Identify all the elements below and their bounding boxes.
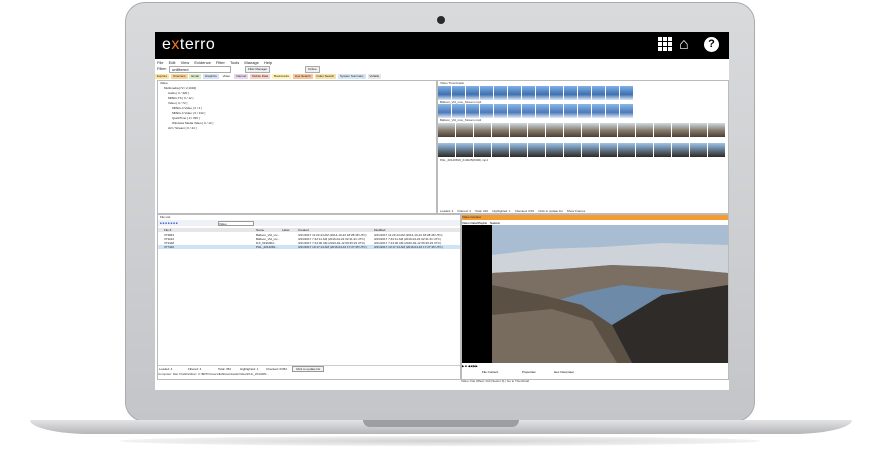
video-frame[interactable]	[462, 225, 728, 363]
menu-tools[interactable]: Tools	[230, 60, 239, 65]
menu-bar: File Edit View Evidence Filter Tools Man…	[155, 60, 729, 65]
apps-grid-icon[interactable]	[658, 37, 672, 51]
tab-mobile-data[interactable]: Mobile Data	[250, 74, 271, 79]
update-list-button[interactable]: Click to update list	[538, 209, 562, 213]
laptop-hinge-notch	[363, 420, 519, 427]
menu-evidence[interactable]: Evidence	[194, 60, 210, 65]
header-bar: exterro ⌂ ?	[155, 32, 729, 59]
menu-file[interactable]: File	[157, 60, 163, 65]
filter-manager-button[interactable]: Filter Manager	[245, 66, 271, 73]
laptop-shadow	[120, 436, 760, 446]
tab-email[interactable]: Email	[189, 74, 201, 79]
video-status-bar: Video: File Offset: 0x0 (Sector 0) | Go …	[461, 379, 529, 383]
help-icon[interactable]: ?	[704, 37, 719, 52]
thumbnail-label: Balloon_Vid_Live_Stream.mp4	[440, 118, 482, 122]
tree-title: Video	[160, 81, 168, 85]
tab-video[interactable]: Video	[220, 74, 233, 79]
video-still-image	[462, 225, 728, 363]
tree-item[interactable]: MPEG-4 Video [ 0 / 4 ]	[172, 106, 202, 110]
tab-graphics[interactable]: Graphics	[202, 74, 219, 79]
show-frames-checkbox[interactable]: Show Frames	[567, 209, 586, 213]
video-header: Video Content	[462, 215, 728, 220]
tree-item[interactable]: MPEG-4 Video [ 0 / 132 ]	[172, 111, 205, 115]
tab-volatile[interactable]: Volatile	[367, 74, 382, 79]
tab-explore[interactable]: Explore	[155, 74, 170, 79]
tab-hex-interpreter[interactable]: Hex Interpreter	[554, 370, 574, 374]
video-thumbnails-pane: Video Thumbnails Balloon_Vid_Live_Stream…	[437, 80, 729, 214]
bottom-tabs: File Content Properties Hex Interpreter	[462, 370, 728, 375]
thumbnails-status-bar: Loaded: 4 Filtered: 4 Total: 220 Highlig…	[440, 209, 586, 213]
exterro-logo: exterro	[162, 36, 216, 53]
toolbar-icons[interactable]: ■ ■ ■ ■ ■ ■ ■	[160, 221, 178, 225]
tree-item[interactable]: QuickTime [ 0 / 336 ]	[172, 116, 200, 120]
thumbnail-label: PHL_20140816_014025(0000).mp4	[440, 158, 488, 162]
main-tabs: Explore Overview Email Graphics Video In…	[155, 74, 729, 79]
video-preview-pane: Video Content Video Data/Playlist Natura…	[461, 214, 729, 380]
file-list-header: File # Name Label Created Modified	[158, 228, 460, 232]
tab-internet[interactable]: Internet	[234, 74, 249, 79]
tab-overview[interactable]: Overview	[171, 74, 188, 79]
menu-edit[interactable]: Edit	[169, 60, 176, 65]
filter-label: Filter:	[157, 66, 167, 71]
tree-item[interactable]: Video [ 0 / 72 ]	[168, 101, 187, 105]
video-controls[interactable]: ▶ ■ ◀◀ ▶▶	[462, 364, 728, 369]
file-list-status-bar: Loaded: 4 Filtered: 4 Total: 352 Highlig…	[158, 365, 460, 372]
file-list-title: File List	[160, 215, 171, 219]
home-icon[interactable]: ⌂	[679, 37, 689, 53]
online-button[interactable]: Online	[305, 66, 320, 73]
file-list-toolbar: ■ ■ ■ ■ ■ ■ ■ Video	[158, 220, 460, 226]
tab-live-search[interactable]: Live Search	[292, 74, 313, 79]
category-tree-pane: Video Multimedia [72 / 2,1094] Audio [ 0…	[157, 80, 437, 214]
thumbnail-strip[interactable]	[438, 143, 728, 157]
app-screen: exterro ⌂ ? File Edit View Evidence Filt…	[155, 32, 729, 390]
tab-index-search[interactable]: Index Search	[314, 74, 337, 79]
file-list-pane: File List ■ ■ ■ ■ ■ ■ ■ Video File # Nam…	[157, 214, 461, 380]
thumbnail-strip[interactable]	[438, 123, 728, 137]
menu-filter[interactable]: Filter	[216, 60, 225, 65]
tab-bookmarks[interactable]: Bookmarks	[271, 74, 291, 79]
filter-select[interactable]: unfiltered	[169, 66, 231, 73]
quick-filter-input[interactable]: Video	[218, 221, 254, 226]
tab-file-content[interactable]: File Content	[482, 370, 498, 374]
thumbnails-title: Video Thumbnails	[440, 81, 464, 85]
tree-item[interactable]: AVI / Stream [ 0 / 44 ]	[168, 126, 196, 130]
tree-item[interactable]: Windows Media Video [ 0 / 12 ]	[172, 121, 213, 125]
webcam-icon	[437, 16, 445, 24]
thumbnail-strip[interactable]	[438, 104, 634, 118]
tree-item[interactable]: MPEG-TS [ 0 / 12 ]	[168, 96, 193, 100]
menu-manage[interactable]: Manage	[244, 60, 258, 65]
file-path-bar: Computer: Diet Xtra\Partition: C:\$RTF\U…	[158, 372, 270, 376]
tree-item[interactable]: Multimedia [72 / 2,1094]	[164, 86, 196, 90]
toolbar: Filter: unfiltered Filter Manager Online	[155, 66, 729, 73]
tab-system-summary[interactable]: System Summary	[338, 74, 366, 79]
tree-item[interactable]: Audio [ 0 / 320 ]	[168, 91, 189, 95]
menu-view[interactable]: View	[181, 60, 190, 65]
thumbnail-strip[interactable]	[438, 86, 634, 100]
table-row[interactable]: 377440 PHL_2014081... 3/21/2017 10:17:13 A…	[158, 245, 460, 249]
menu-help[interactable]: Help	[264, 60, 272, 65]
tab-properties[interactable]: Properties	[522, 370, 536, 374]
